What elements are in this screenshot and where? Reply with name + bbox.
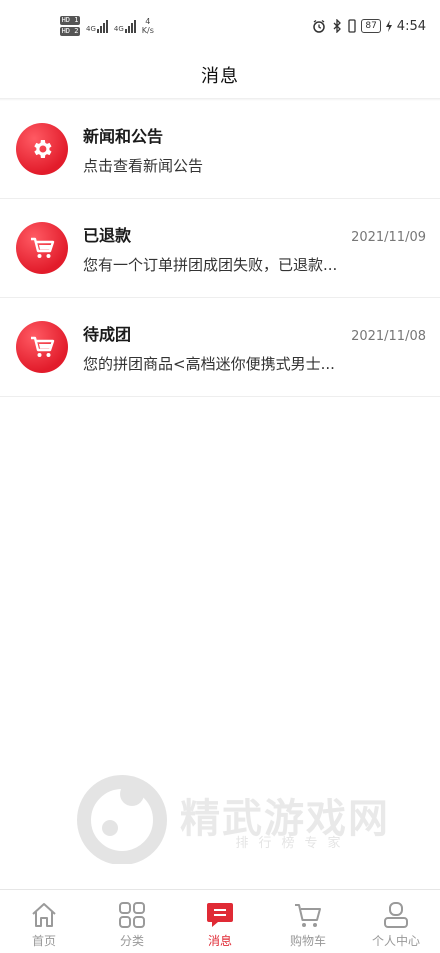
- cart-icon: [293, 900, 323, 930]
- user-icon: [381, 900, 411, 930]
- message-item-refunded[interactable]: 已退款 2021/11/09 您有一个订单拼团成团失败，已退款...: [0, 199, 440, 298]
- tab-label: 分类: [119, 934, 144, 948]
- message-avatar: [16, 321, 68, 373]
- home-icon: [29, 900, 59, 930]
- tab-label: 首页: [31, 934, 56, 948]
- message-preview: 您的拼团商品<高档迷你便携式男士...: [83, 354, 335, 373]
- page-title: 消息: [201, 66, 239, 87]
- message-header: 新闻和公告: [83, 123, 426, 147]
- tab-label: 消息: [207, 934, 232, 948]
- tab-messages[interactable]: 消息: [176, 890, 264, 953]
- net-speed-unit: K/s: [141, 26, 154, 35]
- tab-profile[interactable]: 个人中心: [352, 890, 440, 953]
- watermark-logo-icon: [77, 775, 167, 865]
- message-icon: [205, 900, 235, 930]
- cart-icon: [31, 237, 55, 258]
- tab-cart[interactable]: 购物车: [264, 890, 352, 953]
- net-speed-value: 4: [145, 17, 151, 26]
- cart-icon: [31, 336, 55, 357]
- page-header: 消息: [0, 52, 440, 98]
- battery-level: 87: [361, 19, 381, 33]
- message-item-pending-group[interactable]: 待成团 2021/11/08 您的拼团商品<高档迷你便携式男士...: [0, 298, 440, 397]
- net-speed: 4 K/s: [142, 17, 154, 35]
- network-type-1: 4G: [86, 25, 96, 33]
- message-header: 已退款 2021/11/09: [83, 222, 426, 246]
- signal-bars-icon: [96, 19, 108, 33]
- message-item-news[interactable]: 新闻和公告 点击查看新闻公告: [0, 100, 440, 199]
- grid-icon: [117, 900, 147, 930]
- message-title: 已退款: [83, 225, 132, 245]
- gear-icon: [34, 140, 52, 158]
- tab-category[interactable]: 分类: [88, 890, 176, 953]
- tab-label: 购物车: [289, 934, 326, 948]
- tab-label: 个人中心: [371, 934, 420, 948]
- tab-home[interactable]: 首页: [0, 890, 88, 953]
- network-type-2: 4G: [113, 25, 124, 33]
- message-header: 待成团 2021/11/08: [83, 321, 426, 345]
- message-preview: 点击查看新闻公告: [83, 156, 204, 175]
- message-avatar: [16, 123, 68, 175]
- message-body: 已退款 2021/11/09 您有一个订单拼团成团失败，已退款...: [83, 222, 426, 275]
- signal-bars-icon: [124, 19, 136, 33]
- message-date: 2021/11/09: [351, 229, 426, 245]
- watermark-subtitle: 排行榜专家: [235, 836, 351, 851]
- sim1-badge: HD 1: [60, 16, 80, 25]
- watermark: 精武游戏网 排行榜专家: [72, 768, 412, 865]
- bluetooth-icon: [333, 19, 342, 33]
- alarm-icon: [313, 19, 326, 33]
- status-bar: HD 1 HD 2 4G 4G 4 K/s 87 4:54: [0, 0, 440, 52]
- sim2-badge: HD 2: [60, 27, 80, 36]
- message-body: 待成团 2021/11/08 您的拼团商品<高档迷你便携式男士...: [83, 321, 426, 374]
- sim-indicators: HD 1 HD 2: [60, 16, 80, 36]
- signal-1: 4G: [86, 19, 108, 33]
- message-date: 2021/11/08: [351, 328, 426, 344]
- bottom-tab-bar: 首页 分类 消息 购物车 个人中心: [0, 889, 440, 953]
- screen: HD 1 HD 2 4G 4G 4 K/s 87 4:54 消息 新闻和公告 点…: [0, 0, 440, 953]
- message-preview: 您有一个订单拼团成团失败，已退款...: [83, 255, 338, 274]
- vibrate-icon: [348, 19, 356, 33]
- status-left: HD 1 HD 2 4G 4G 4 K/s: [60, 16, 154, 36]
- charging-icon: [385, 20, 392, 32]
- message-avatar: [16, 222, 68, 274]
- clock: 4:54: [396, 18, 426, 34]
- signal-2: 4G: [114, 19, 136, 33]
- message-body: 新闻和公告 点击查看新闻公告: [83, 123, 426, 176]
- message-title: 新闻和公告: [83, 126, 164, 146]
- message-title: 待成团: [83, 324, 132, 344]
- message-list: 新闻和公告 点击查看新闻公告 已退款 2021/11/09 您有一个订单拼团成团…: [0, 100, 440, 397]
- status-right: 87 4:54: [312, 19, 426, 34]
